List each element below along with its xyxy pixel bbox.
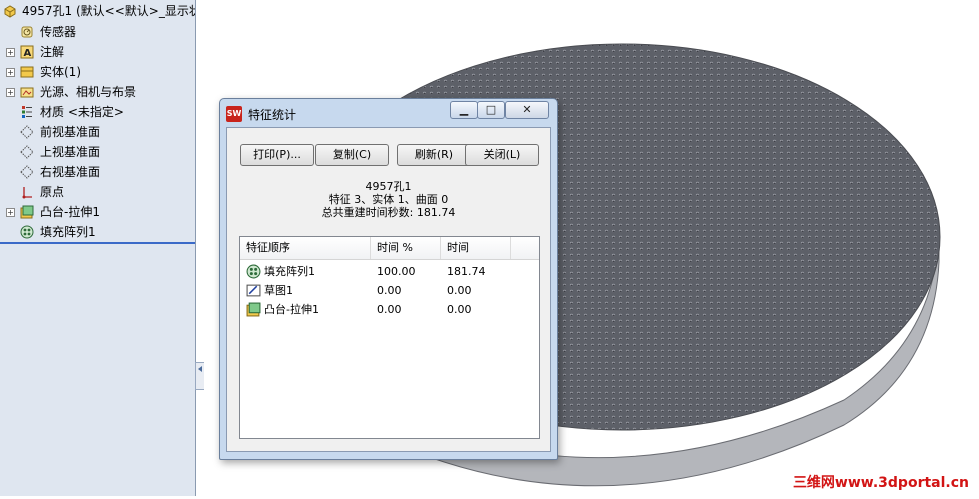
time-value: 181.74 bbox=[447, 265, 486, 278]
boss-extrude-icon bbox=[246, 302, 261, 317]
feature-time-list[interactable]: 特征顺序 时间 % 时间 填充阵列1 100.00 181.74 草图1 0.00 0.0… bbox=[239, 236, 540, 439]
tree-item[interactable]: + A 注解 bbox=[0, 42, 195, 62]
tree-root-label: 4957孔1 (默认<<默认>_显示状 bbox=[22, 4, 196, 18]
feature-name: 草图1 bbox=[264, 284, 293, 297]
close-button[interactable]: 关闭(L) bbox=[465, 144, 539, 166]
tree-item-label: 传感器 bbox=[40, 25, 77, 39]
tree-item[interactable]: + 凸台-拉伸1 bbox=[0, 202, 195, 222]
list-row[interactable]: 凸台-拉伸1 0.00 0.00 bbox=[240, 300, 539, 319]
boss-extrude-icon bbox=[20, 205, 34, 219]
minimize-icon: ▁ bbox=[459, 103, 469, 116]
tree-item-label: 上视基准面 bbox=[40, 145, 101, 159]
part-name: 4957孔1 bbox=[365, 180, 412, 193]
tree-item-label: 注解 bbox=[40, 45, 65, 59]
time-percent-value: 100.00 bbox=[377, 265, 416, 278]
expand-plus-icon[interactable]: + bbox=[6, 48, 15, 57]
feature-statistics-dialog: SW 特征统计 ▁ □ ✕ 打印(P)... 复制(C) 刷新(R) 关闭(L)… bbox=[219, 98, 558, 460]
solidworks-logo-icon: SW bbox=[226, 106, 242, 122]
fill-pattern-icon bbox=[246, 264, 261, 279]
tree-item[interactable]: 右视基准面 bbox=[0, 162, 195, 182]
plane-icon bbox=[20, 145, 34, 159]
origin-icon bbox=[22, 187, 32, 199]
tree-item-label: 原点 bbox=[40, 185, 65, 199]
column-header-feature-order[interactable]: 特征顺序 bbox=[240, 237, 371, 259]
expand-plus-icon[interactable]: + bbox=[6, 208, 15, 217]
dialog-body: 打印(P)... 复制(C) 刷新(R) 关闭(L) 4957孔1 特征 3、实… bbox=[226, 127, 551, 452]
material-icon bbox=[22, 106, 32, 118]
chevron-left-icon bbox=[198, 366, 202, 372]
total-rebuild-time: 总共重建时间秒数: 181.74 bbox=[321, 206, 456, 219]
list-row[interactable]: 草图1 0.00 0.00 bbox=[240, 281, 539, 300]
close-icon: ✕ bbox=[522, 103, 532, 116]
expand-plus-icon[interactable]: + bbox=[6, 88, 15, 97]
dialog-titlebar[interactable]: SW 特征统计 ▁ □ ✕ bbox=[220, 99, 557, 127]
time-value: 0.00 bbox=[447, 303, 472, 316]
column-header-empty bbox=[511, 237, 539, 259]
window-close-button[interactable]: ✕ bbox=[505, 101, 549, 119]
column-header-time[interactable]: 时间 bbox=[441, 237, 511, 259]
feature-manager-tree: 4957孔1 (默认<<默认>_显示状 传感器 + A 注解 + 实体(1) + 光源、相机与… bbox=[0, 0, 196, 496]
tree-item-label: 填充阵列1 bbox=[40, 225, 96, 239]
tree-item-label: 前视基准面 bbox=[40, 125, 101, 139]
time-percent-value: 0.00 bbox=[377, 284, 402, 297]
tree-item-label: 凸台-拉伸1 bbox=[40, 205, 100, 219]
svg-text:A: A bbox=[24, 48, 32, 59]
feature-name: 凸台-拉伸1 bbox=[264, 303, 319, 316]
tree-item-label: 右视基准面 bbox=[40, 165, 101, 179]
feature-name: 填充阵列1 bbox=[264, 265, 315, 278]
copy-button[interactable]: 复制(C) bbox=[315, 144, 389, 166]
feature-counts: 特征 3、实体 1、曲面 0 bbox=[328, 193, 449, 206]
dialog-title: 特征统计 bbox=[248, 108, 297, 122]
minimize-button[interactable]: ▁ bbox=[450, 101, 478, 119]
maximize-icon: □ bbox=[485, 103, 497, 116]
solid-body-icon bbox=[20, 66, 34, 78]
tree-item[interactable]: 材质 <未指定> bbox=[0, 102, 195, 122]
tree-item-label: 实体(1) bbox=[40, 65, 81, 79]
column-header-time-percent[interactable]: 时间 % bbox=[371, 237, 441, 259]
tree-item[interactable]: 填充阵列1 bbox=[0, 222, 195, 242]
tree-item-label: 光源、相机与布景 bbox=[40, 85, 137, 99]
time-percent-value: 0.00 bbox=[377, 303, 402, 316]
list-row[interactable]: 填充阵列1 100.00 181.74 bbox=[240, 262, 539, 281]
rollback-bar[interactable] bbox=[0, 242, 195, 244]
tree-item[interactable]: 原点 bbox=[0, 182, 195, 202]
sensor-icon bbox=[21, 26, 33, 38]
annotation-icon: A bbox=[20, 45, 34, 59]
fill-pattern-icon bbox=[20, 225, 34, 239]
tree-item[interactable]: + 实体(1) bbox=[0, 62, 195, 82]
maximize-button[interactable]: □ bbox=[477, 101, 505, 119]
expand-plus-icon[interactable]: + bbox=[6, 68, 15, 77]
tree-item-label: 材质 <未指定> bbox=[40, 105, 124, 119]
tree-item[interactable]: 前视基准面 bbox=[0, 122, 195, 142]
tree-item[interactable]: + 光源、相机与布景 bbox=[0, 82, 195, 102]
lights-cameras-icon bbox=[20, 87, 34, 98]
watermark-text: 三维网www.3dportal.cn bbox=[792, 475, 969, 491]
part-icon bbox=[4, 5, 16, 18]
tree-item[interactable]: 上视基准面 bbox=[0, 142, 195, 162]
plane-icon bbox=[20, 125, 34, 139]
print-button[interactable]: 打印(P)... bbox=[240, 144, 314, 166]
refresh-button[interactable]: 刷新(R) bbox=[397, 144, 471, 166]
tree-item[interactable]: 传感器 bbox=[0, 22, 195, 42]
plane-icon bbox=[20, 165, 34, 179]
sketch-icon bbox=[246, 284, 261, 297]
list-header: 特征顺序 时间 % 时间 bbox=[240, 237, 539, 260]
time-value: 0.00 bbox=[447, 284, 472, 297]
